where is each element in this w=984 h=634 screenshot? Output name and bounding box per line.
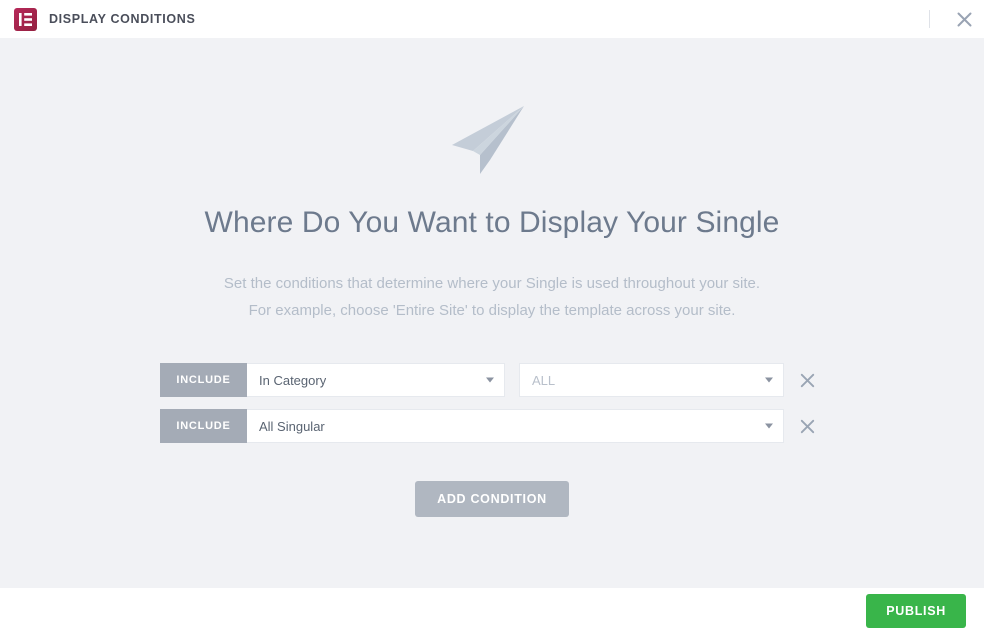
brand: DISPLAY CONDITIONS [14,7,196,31]
headline: Where Do You Want to Display Your Single [204,206,780,239]
header-divider [929,10,930,28]
chevron-down-icon [765,377,773,383]
condition-sub-select[interactable]: ALL [519,363,784,397]
display-conditions-modal: DISPLAY CONDITIONS Where Do You Want to … [0,0,984,634]
subtext-line-2: For example, choose 'Entire Site' to dis… [248,302,736,320]
elementor-logo-icon [14,7,37,31]
condition-type-value: All Singular [259,418,325,434]
header-actions [929,0,984,38]
condition-include-toggle[interactable]: INCLUDE [160,363,247,397]
condition-remove-button[interactable] [790,363,824,397]
subtext-line-1: Set the conditions that determine where … [223,274,761,292]
conditions-list: INCLUDE In Category ALL INCLUDE All Sing… [160,363,824,443]
condition-row: INCLUDE All Singular [160,409,824,443]
add-condition-wrap: ADD CONDITION [160,481,824,517]
chevron-down-icon [765,423,773,429]
subtext: Set the conditions that determine where … [224,270,760,326]
condition-include-toggle[interactable]: INCLUDE [160,409,247,443]
publish-button[interactable]: PUBLISH [866,594,966,628]
condition-type-select[interactable]: All Singular [247,409,784,443]
close-icon[interactable] [944,0,984,38]
modal-body: Where Do You Want to Display Your Single… [0,38,984,588]
page-title: DISPLAY CONDITIONS [49,12,196,26]
chevron-down-icon [486,377,494,383]
condition-row: INCLUDE In Category ALL [160,363,824,397]
modal-header: DISPLAY CONDITIONS [0,0,984,38]
paper-plane-icon [444,94,540,190]
condition-remove-button[interactable] [790,409,824,443]
condition-type-value: In Category [259,372,327,388]
modal-footer: PUBLISH [0,588,984,634]
condition-sub-value: ALL [532,372,556,388]
condition-type-select[interactable]: In Category [247,363,505,397]
add-condition-button[interactable]: ADD CONDITION [415,481,569,517]
